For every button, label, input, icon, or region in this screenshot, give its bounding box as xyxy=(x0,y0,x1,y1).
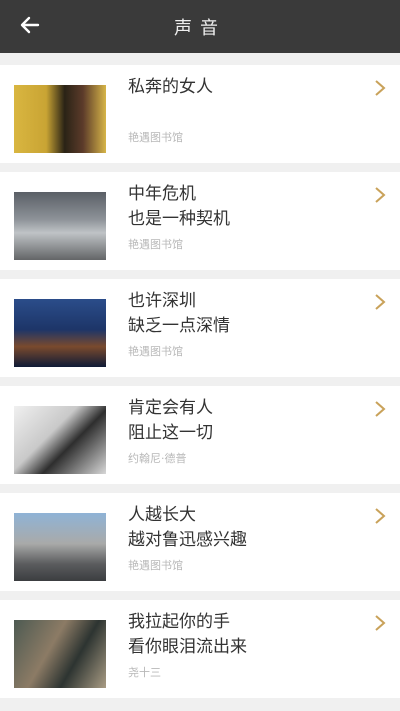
item-title-line-2: 也是一种契机 xyxy=(128,209,230,229)
chevron-right-icon[interactable] xyxy=(374,293,386,311)
page-title: 声音 xyxy=(174,18,226,39)
chevron-right-icon[interactable] xyxy=(374,79,386,97)
item-title: 也许深圳 缺乏一点深情 xyxy=(128,289,368,339)
item-title: 我拉起你的手 看你眼泪流出来 xyxy=(128,610,368,660)
thumbnail-image xyxy=(14,85,106,153)
item-title-line-1: 我拉起你的手 xyxy=(128,612,230,632)
item-author: 艳遇图书馆 xyxy=(128,559,183,572)
item-title-line-1: 肯定会有人 xyxy=(128,398,213,418)
chevron-right-icon[interactable] xyxy=(374,186,386,204)
list-item[interactable]: 也许深圳 缺乏一点深情 艳遇图书馆 xyxy=(0,279,400,377)
item-title-line-2: 越对鲁迅感兴趣 xyxy=(128,530,247,550)
item-title-line-1: 也许深圳 xyxy=(128,291,196,311)
thumbnail-image xyxy=(14,192,106,260)
item-title-line-1: 私奔的女人 xyxy=(128,77,213,97)
thumbnail-image xyxy=(14,620,106,688)
item-author: 艳遇图书馆 xyxy=(128,238,183,251)
list-item[interactable]: 人越长大 越对鲁迅感兴趣 艳遇图书馆 xyxy=(0,493,400,591)
item-title-line-1: 中年危机 xyxy=(128,184,196,204)
item-title: 中年危机 也是一种契机 xyxy=(128,182,368,232)
item-author: 艳遇图书馆 xyxy=(128,131,183,144)
thumbnail-image xyxy=(14,406,106,474)
item-author: 艳遇图书馆 xyxy=(128,345,183,358)
list-item[interactable]: 我拉起你的手 看你眼泪流出来 尧十三 xyxy=(0,600,400,698)
item-author: 约翰尼·德普 xyxy=(128,452,187,465)
chevron-right-icon[interactable] xyxy=(374,400,386,418)
thumbnail-image xyxy=(14,513,106,581)
item-title-line-2: 阻止这一切 xyxy=(128,423,213,443)
chevron-right-icon[interactable] xyxy=(374,614,386,632)
item-title: 人越长大 越对鲁迅感兴趣 xyxy=(128,503,368,553)
chevron-right-icon[interactable] xyxy=(374,507,386,525)
list-item[interactable]: 肯定会有人 阻止这一切 约翰尼·德普 xyxy=(0,386,400,484)
top-bar: 声音 xyxy=(0,0,400,53)
thumbnail-image xyxy=(14,299,106,367)
list-item[interactable]: 私奔的女人 艳遇图书馆 xyxy=(0,65,400,163)
item-author: 尧十三 xyxy=(128,666,161,679)
item-title-line-1: 人越长大 xyxy=(128,505,196,525)
item-title: 肯定会有人 阻止这一切 xyxy=(128,396,368,446)
list-item[interactable]: 中年危机 也是一种契机 艳遇图书馆 xyxy=(0,172,400,270)
item-title-line-2: 缺乏一点深情 xyxy=(128,316,230,336)
item-title: 私奔的女人 xyxy=(128,75,368,100)
item-title-line-2: 看你眼泪流出来 xyxy=(128,637,247,657)
